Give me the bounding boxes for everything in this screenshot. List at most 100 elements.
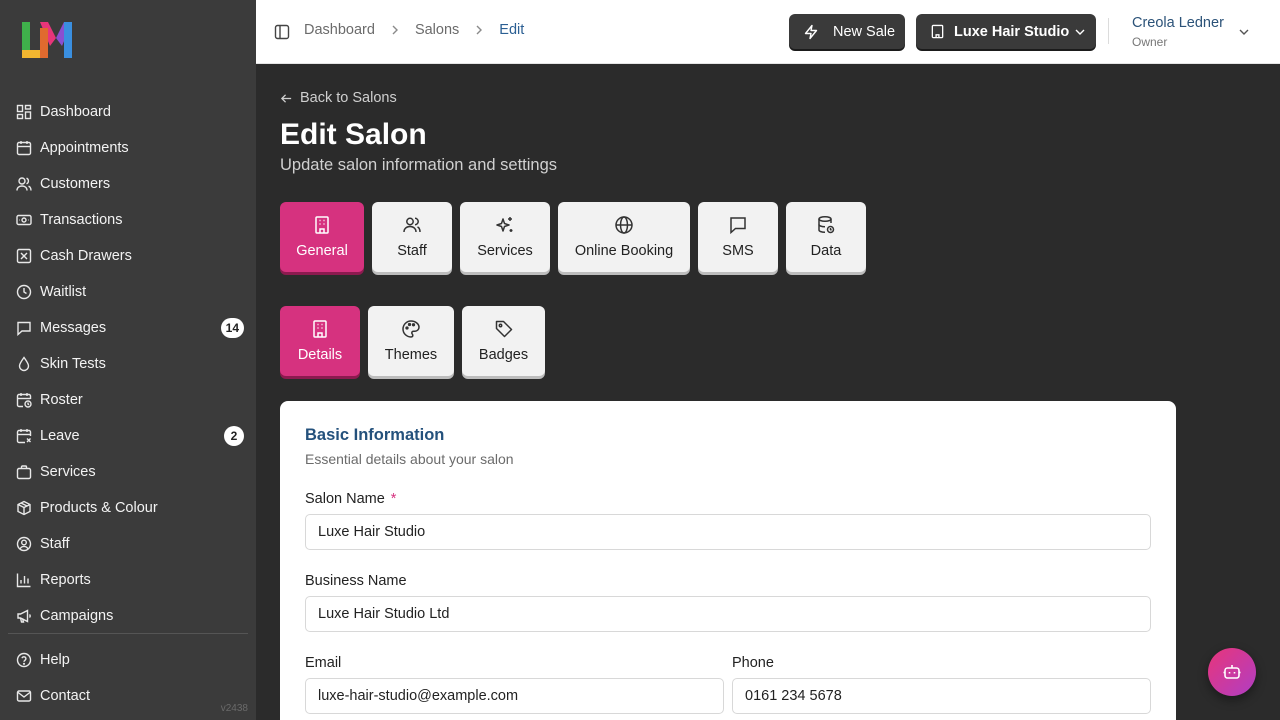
chevron-down-icon — [1075, 29, 1085, 35]
new-sale-button[interactable]: New Sale — [789, 14, 905, 49]
subtab-label: Badges — [478, 347, 529, 363]
sidebar-item-transactions[interactable]: Transactions — [8, 202, 248, 238]
sidebar-item-label: Skin Tests — [40, 356, 106, 372]
leave-count-badge: 2 — [224, 426, 244, 446]
subtab-themes[interactable]: Themes — [368, 306, 454, 376]
basic-information-card: Basic Information Essential details abou… — [280, 401, 1176, 720]
messages-count-badge: 14 — [220, 318, 244, 338]
breadcrumb-dashboard[interactable]: Dashboard — [304, 22, 375, 38]
sidebar-item-leave[interactable]: Leave 2 — [8, 418, 248, 454]
chevron-down-icon[interactable] — [1238, 26, 1250, 38]
users-icon — [16, 177, 32, 191]
sidebar-item-label: Products & Colour — [40, 500, 158, 516]
sidebar-item-label: Cash Drawers — [40, 248, 132, 264]
message-icon — [17, 321, 31, 336]
bar-chart-icon — [16, 573, 31, 588]
sidebar-item-contact[interactable]: Contact — [8, 678, 248, 714]
sidebar-item-reports[interactable]: Reports — [8, 562, 248, 598]
sidebar-item-label: Campaigns — [40, 608, 114, 624]
calendar-clock-icon — [16, 393, 32, 408]
tab-sms[interactable]: SMS — [698, 202, 778, 272]
sidebar-item-waitlist[interactable]: Waitlist — [8, 274, 248, 310]
sidebar-item-label: Reports — [40, 572, 91, 588]
sidebar-item-appointments[interactable]: Appointments — [8, 130, 248, 166]
droplet-icon — [18, 356, 30, 372]
sidebar-item-cash-drawers[interactable]: Cash Drawers — [8, 238, 248, 274]
salon-selector-label: Luxe Hair Studio — [954, 23, 1070, 40]
sidebar-item-messages[interactable]: Messages 14 — [8, 310, 248, 346]
sidebar-item-label: Messages — [40, 320, 107, 336]
sidebar-item-customers[interactable]: Customers — [8, 166, 248, 202]
message-icon — [730, 217, 746, 235]
sidebar-item-label: Appointments — [40, 140, 129, 156]
cash-drawer-icon — [16, 248, 32, 264]
salon-name-label: Salon Name * — [305, 491, 396, 507]
tab-services[interactable]: Services — [460, 202, 550, 272]
salon-name-label-text: Salon Name — [305, 491, 385, 507]
mail-icon — [16, 690, 32, 702]
tab-online-booking[interactable]: Online Booking — [558, 202, 690, 272]
tab-staff[interactable]: Staff — [372, 202, 452, 272]
tab-general[interactable]: General — [280, 202, 364, 272]
email-label: Email — [305, 655, 342, 671]
sidebar-item-label: Services — [40, 464, 96, 480]
tab-label: SMS — [722, 243, 754, 259]
back-to-salons-link[interactable]: Back to Salons — [280, 90, 397, 106]
business-name-input[interactable] — [305, 596, 1151, 632]
card-title: Basic Information — [305, 426, 445, 444]
sidebar-item-label: Waitlist — [40, 284, 87, 300]
sidebar-item-campaigns[interactable]: Campaigns — [8, 598, 248, 634]
user-menu[interactable]: Creola Ledner Owner — [1132, 15, 1224, 49]
sidebar: Dashboard Appointments Customers Transac… — [0, 0, 256, 720]
subtab-badges[interactable]: Badges — [462, 306, 545, 376]
tab-label: Staff — [397, 243, 427, 259]
sidebar-item-services[interactable]: Services — [8, 454, 248, 490]
sidebar-toggle-icon[interactable] — [274, 24, 290, 40]
user-circle-icon — [16, 536, 32, 552]
sidebar-item-label: Customers — [40, 176, 111, 192]
breadcrumb-salons[interactable]: Salons — [415, 22, 459, 38]
subtab-label: Themes — [384, 347, 438, 363]
phone-input[interactable] — [732, 678, 1151, 714]
header-divider — [1108, 18, 1109, 44]
sparkles-icon — [496, 217, 513, 232]
tab-data[interactable]: Data — [786, 202, 866, 272]
card-description: Essential details about your salon — [305, 451, 514, 467]
sidebar-item-roster[interactable]: Roster — [8, 382, 248, 418]
subtab-details[interactable]: Details — [280, 306, 360, 376]
calendar-x-icon — [16, 429, 32, 444]
new-sale-label: New Sale — [833, 23, 896, 40]
page-subtitle: Update salon information and settings — [280, 156, 558, 174]
sidebar-item-label: Help — [40, 652, 70, 668]
sidebar-item-label: Leave — [40, 428, 80, 444]
top-header: Dashboard Salons Edit New Sale Luxe Hair… — [256, 0, 1280, 64]
ai-assistant-button[interactable] — [1208, 648, 1256, 696]
bot-icon — [1223, 665, 1241, 679]
breadcrumb: Dashboard Salons Edit — [304, 22, 524, 38]
sidebar-item-skin-tests[interactable]: Skin Tests — [8, 346, 248, 382]
app-logo[interactable] — [20, 20, 76, 60]
sidebar-item-label: Staff — [40, 536, 70, 552]
sidebar-item-products-colour[interactable]: Products & Colour — [8, 490, 248, 526]
subtab-label: Details — [297, 347, 343, 363]
user-name: Creola Ledner — [1132, 15, 1224, 31]
chevron-right-icon — [476, 25, 483, 35]
salon-name-input[interactable] — [305, 514, 1151, 550]
dashboard-icon — [16, 104, 32, 120]
tag-icon — [495, 320, 512, 338]
back-label: Back to Salons — [300, 90, 397, 106]
user-role: Owner — [1132, 35, 1168, 49]
sidebar-item-staff[interactable]: Staff — [8, 526, 248, 562]
salon-selector-button[interactable]: Luxe Hair Studio — [916, 14, 1096, 49]
sidebar-item-dashboard[interactable]: Dashboard — [8, 94, 248, 130]
page-title: Edit Salon — [280, 118, 427, 151]
sidebar-item-help[interactable]: Help — [8, 642, 248, 678]
clock-icon — [16, 284, 32, 300]
email-input[interactable] — [305, 678, 724, 714]
globe-icon — [615, 216, 633, 234]
sidebar-item-label: Dashboard — [40, 104, 111, 120]
sidebar-item-label: Transactions — [40, 212, 123, 228]
calendar-icon — [16, 141, 32, 156]
sidebar-item-label: Contact — [40, 688, 90, 704]
package-icon — [17, 500, 31, 516]
